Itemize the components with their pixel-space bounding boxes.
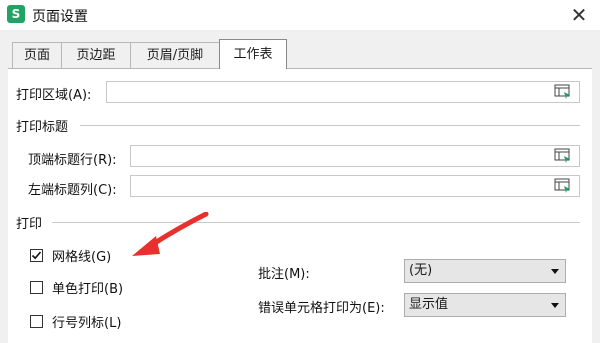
gridlines-label[interactable]: 网格线(G): [52, 246, 111, 265]
tab-margins[interactable]: 页边距: [61, 42, 131, 68]
title-bar: S 页面设置 ✕: [0, 0, 600, 30]
range-picker-icon[interactable]: [554, 178, 572, 194]
tab-content-sheet: 打印区域(A): 打印标题 顶端标题行(R): 左端标题列(C): 打印 网格线…: [8, 68, 592, 343]
left-cols-input[interactable]: [130, 175, 580, 197]
top-rows-input[interactable]: [130, 145, 580, 167]
divider: [80, 125, 580, 126]
range-picker-icon[interactable]: [554, 84, 572, 100]
single-color-checkbox[interactable]: [30, 281, 43, 294]
comments-value: (无): [409, 263, 433, 278]
print-area-label: 打印区域(A):: [16, 88, 92, 103]
comments-label: 批注(M):: [258, 267, 310, 282]
errors-label: 错误单元格打印为(E):: [258, 301, 385, 316]
tab-page[interactable]: 页面: [12, 42, 62, 68]
tab-header-footer[interactable]: 页眉/页脚: [130, 42, 220, 68]
chevron-down-icon: [551, 303, 559, 308]
left-cols-label: 左端标题列(C):: [28, 183, 117, 198]
tab-sheet[interactable]: 工作表: [219, 39, 287, 69]
errors-select[interactable]: 显示值: [404, 293, 566, 317]
wps-sheet-icon: S: [7, 5, 25, 23]
close-button[interactable]: ✕: [566, 2, 592, 28]
row-col-headers-label[interactable]: 行号列标(L): [52, 312, 121, 331]
chevron-down-icon: [551, 269, 559, 274]
single-color-label[interactable]: 单色打印(B): [52, 278, 123, 297]
top-rows-label: 顶端标题行(R):: [28, 153, 117, 168]
print-titles-section: 打印标题: [16, 120, 69, 135]
range-picker-icon[interactable]: [554, 148, 572, 164]
dialog-title: 页面设置: [32, 9, 88, 25]
gridlines-checkbox[interactable]: [30, 249, 43, 262]
print-area-input[interactable]: [106, 81, 580, 103]
errors-value: 显示值: [409, 297, 449, 312]
annotation-arrow-icon: [132, 212, 209, 256]
row-col-headers-checkbox[interactable]: [30, 315, 43, 328]
checkmark-icon: [31, 251, 42, 260]
print-section: 打印: [16, 217, 43, 232]
comments-select[interactable]: (无): [404, 259, 566, 283]
